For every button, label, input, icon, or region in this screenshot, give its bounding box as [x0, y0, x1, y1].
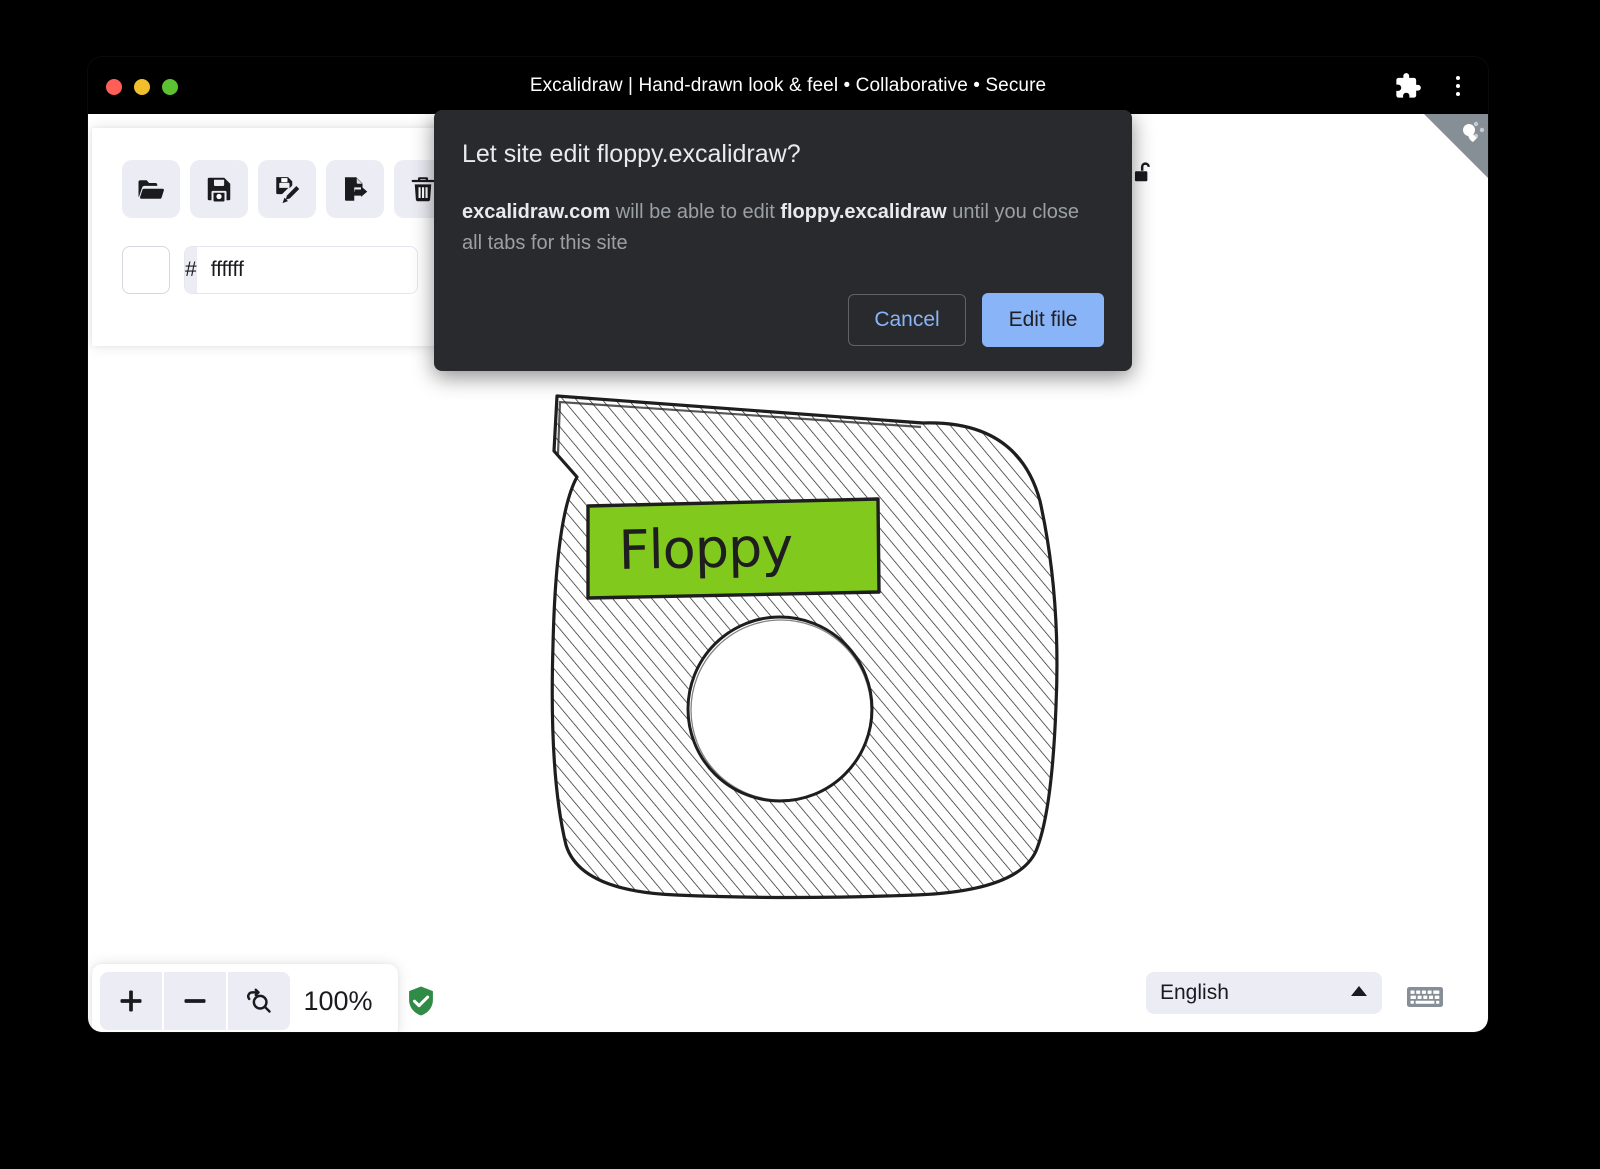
puzzle-piece-icon[interactable]	[1394, 72, 1422, 100]
window-title: Excalidraw | Hand-drawn look & feel • Co…	[88, 57, 1488, 114]
save-file-button[interactable]	[190, 160, 248, 218]
menu-dot	[1456, 84, 1460, 88]
hash-prefix: #	[185, 247, 197, 293]
menu-dot	[1456, 76, 1460, 80]
zoom-in-button[interactable]	[100, 972, 162, 1030]
background-color-row: #	[122, 246, 418, 294]
language-selected-label: English	[1160, 981, 1350, 1005]
export-button[interactable]	[326, 160, 384, 218]
keyboard-icon[interactable]	[1406, 982, 1444, 1012]
menu-dot	[1456, 92, 1460, 96]
open-file-button[interactable]	[122, 160, 180, 218]
dialog-text-middle-1: will be able to edit	[610, 201, 780, 223]
svg-text:Floppy: Floppy	[618, 515, 793, 582]
save-as-button[interactable]	[258, 160, 316, 218]
dialog-body: excalidraw.com will be able to edit flop…	[462, 197, 1102, 259]
screenshot-root: Excalidraw | Hand-drawn look & feel • Co…	[0, 0, 1600, 1169]
hex-color-input[interactable]	[197, 247, 418, 293]
file-actions-toolbar	[122, 160, 452, 218]
hex-color-field[interactable]: #	[184, 246, 418, 294]
github-corner-ribbon[interactable]	[1424, 114, 1488, 178]
edit-file-button[interactable]: Edit file	[982, 293, 1104, 347]
zoom-reset-button[interactable]	[228, 972, 290, 1030]
zoom-level-label[interactable]: 100%	[292, 986, 384, 1017]
titlebar-actions	[1394, 57, 1466, 114]
browser-titlebar: Excalidraw | Hand-drawn look & feel • Co…	[88, 57, 1488, 114]
permission-dialog: Let site edit floppy.excalidraw? excalid…	[434, 110, 1132, 371]
dialog-filename: floppy.excalidraw	[780, 201, 946, 223]
green-shield-check-icon	[404, 984, 438, 1018]
color-swatch-preview[interactable]	[122, 246, 170, 294]
dialog-actions: Cancel Edit file	[462, 293, 1104, 347]
dialog-origin: excalidraw.com	[462, 201, 610, 223]
language-select[interactable]: English	[1146, 972, 1382, 1014]
dialog-title: Let site edit floppy.excalidraw?	[462, 140, 1104, 169]
cancel-button[interactable]: Cancel	[848, 294, 966, 346]
zoom-controls-island: 100%	[92, 964, 398, 1032]
chevron-up-icon	[1350, 984, 1368, 1002]
zoom-out-button[interactable]	[164, 972, 226, 1030]
three-dot-menu-icon[interactable]	[1450, 72, 1466, 100]
